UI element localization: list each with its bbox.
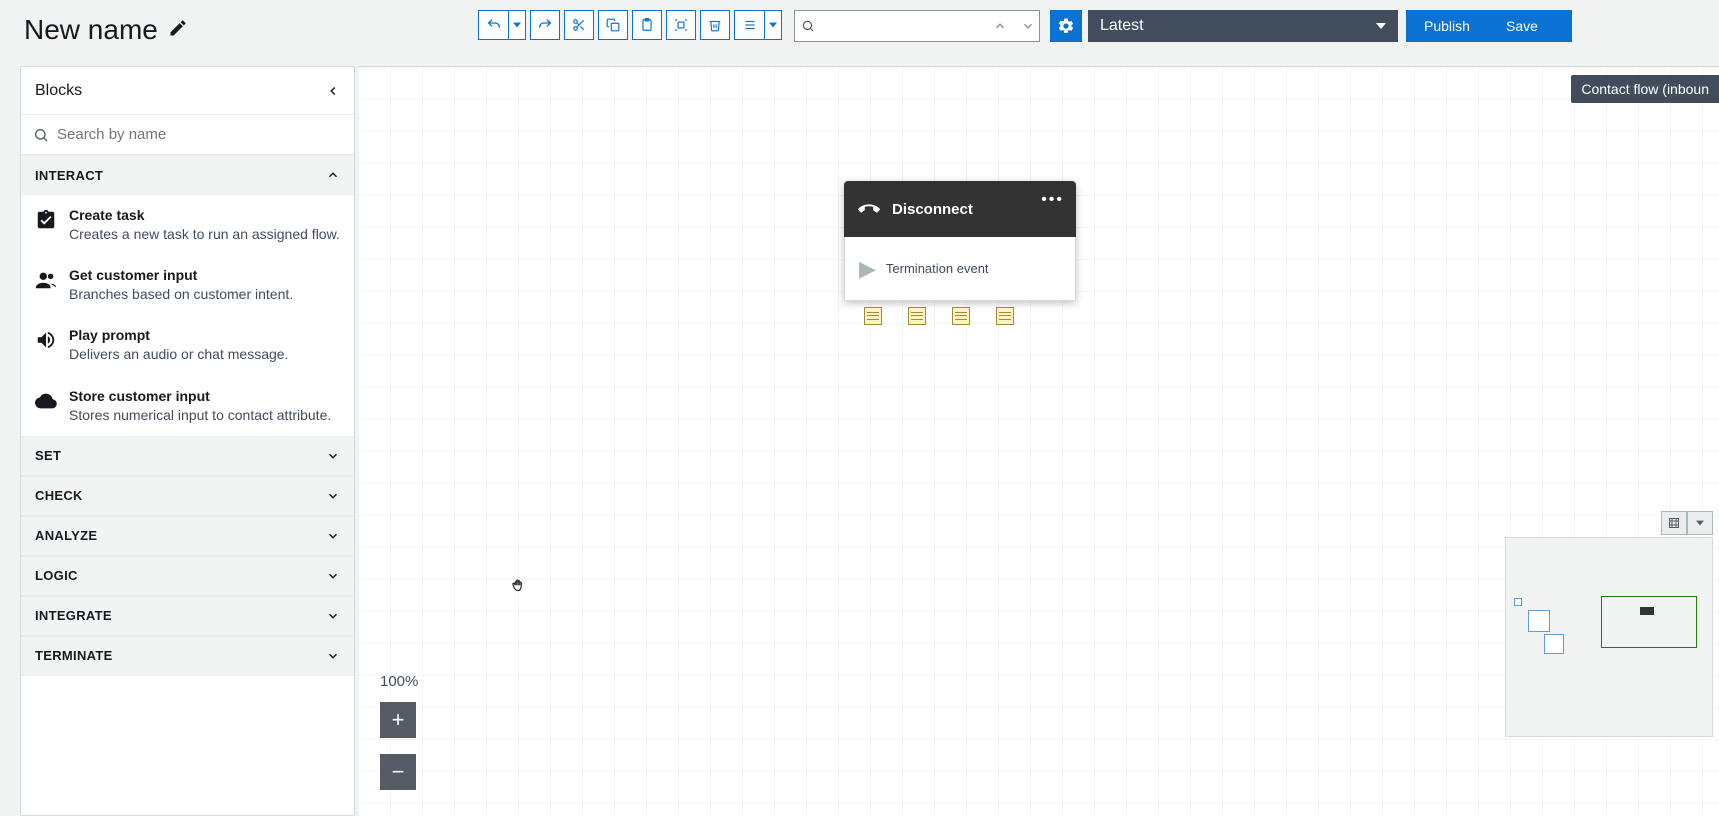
flow-title: New name: [24, 14, 158, 46]
blocks-panel-title: Blocks: [35, 82, 82, 100]
input-port-icon[interactable]: ▶: [859, 256, 876, 282]
annotation-icon[interactable]: [864, 307, 882, 325]
section-analyze[interactable]: ANALYZE: [21, 516, 354, 556]
chevron-down-icon: [326, 569, 340, 583]
fit-view-button[interactable]: [1661, 511, 1687, 535]
annotation-icon[interactable]: [952, 307, 970, 325]
section-check[interactable]: CHECK: [21, 476, 354, 516]
node-menu-button[interactable]: •••: [1041, 191, 1064, 209]
annotation-icon[interactable]: [908, 307, 926, 325]
chevron-down-icon: [1376, 21, 1386, 31]
chevron-down-icon: [326, 529, 340, 543]
cloud-icon: [35, 390, 57, 412]
section-terminate[interactable]: TERMINATE: [21, 636, 354, 676]
node-title: Disconnect: [892, 201, 973, 218]
save-button[interactable]: Save: [1488, 10, 1556, 42]
zoom-out-button[interactable]: −: [380, 754, 416, 790]
block-get-customer-input[interactable]: Get customer input Branches based on cus…: [21, 255, 354, 315]
volume-icon: [35, 329, 57, 351]
blocks-search-input[interactable]: [57, 126, 342, 143]
minimap[interactable]: [1505, 537, 1713, 737]
search-icon: [801, 19, 815, 33]
version-label: Latest: [1100, 17, 1144, 35]
publish-button[interactable]: Publish: [1406, 10, 1488, 42]
save-dropdown[interactable]: [1552, 10, 1572, 42]
search-next-button[interactable]: [1014, 10, 1042, 42]
select-all-button[interactable]: [666, 10, 696, 40]
search-prev-button[interactable]: [986, 10, 1014, 42]
section-logic[interactable]: LOGIC: [21, 556, 354, 596]
flow-type-badge: Contact flow (inboun: [1571, 75, 1719, 103]
undo-button[interactable]: [478, 10, 508, 40]
chevron-down-icon: [326, 489, 340, 503]
arrange-button[interactable]: [734, 10, 764, 40]
edit-title-icon[interactable]: [168, 18, 188, 43]
zoom-in-button[interactable]: +: [380, 702, 416, 738]
section-set[interactable]: SET: [21, 436, 354, 476]
paste-button[interactable]: [632, 10, 662, 40]
clipboard-check-icon: [35, 209, 57, 231]
block-play-prompt[interactable]: Play prompt Delivers an audio or chat me…: [21, 315, 354, 375]
search-icon: [33, 127, 49, 143]
copy-button[interactable]: [598, 10, 628, 40]
chevron-down-icon: [326, 449, 340, 463]
redo-button[interactable]: [530, 10, 560, 40]
section-integrate[interactable]: INTEGRATE: [21, 596, 354, 636]
block-create-task[interactable]: Create task Creates a new task to run an…: [21, 195, 354, 255]
collapse-panel-button[interactable]: [326, 84, 340, 98]
chevron-up-icon: [326, 168, 340, 182]
arrange-dropdown[interactable]: [764, 10, 782, 40]
annotation-icon[interactable]: [996, 307, 1014, 325]
block-store-customer-input[interactable]: Store customer input Stores numerical in…: [21, 376, 354, 436]
delete-button[interactable]: [700, 10, 730, 40]
cut-button[interactable]: [564, 10, 594, 40]
minimap-dropdown[interactable]: [1687, 511, 1713, 535]
zoom-level: 100%: [380, 673, 418, 690]
version-select[interactable]: Latest: [1088, 10, 1398, 42]
section-interact[interactable]: INTERACT: [21, 155, 354, 195]
node-output-label: Termination event: [886, 261, 989, 276]
people-icon: [35, 269, 57, 291]
flow-canvas[interactable]: Contact flow (inboun Disconnect ••• ▶ Te…: [358, 66, 1719, 816]
cursor-indicator: [510, 577, 528, 600]
disconnect-icon: [858, 198, 880, 220]
node-disconnect[interactable]: Disconnect ••• ▶ Termination event: [844, 181, 1076, 301]
minimap-viewport[interactable]: [1601, 596, 1697, 648]
chevron-down-icon: [326, 649, 340, 663]
undo-dropdown[interactable]: [508, 10, 526, 40]
blocks-panel: Blocks INTERACT Create task Creates a ne…: [20, 66, 355, 816]
chevron-down-icon: [326, 609, 340, 623]
settings-button[interactable]: [1050, 10, 1082, 42]
